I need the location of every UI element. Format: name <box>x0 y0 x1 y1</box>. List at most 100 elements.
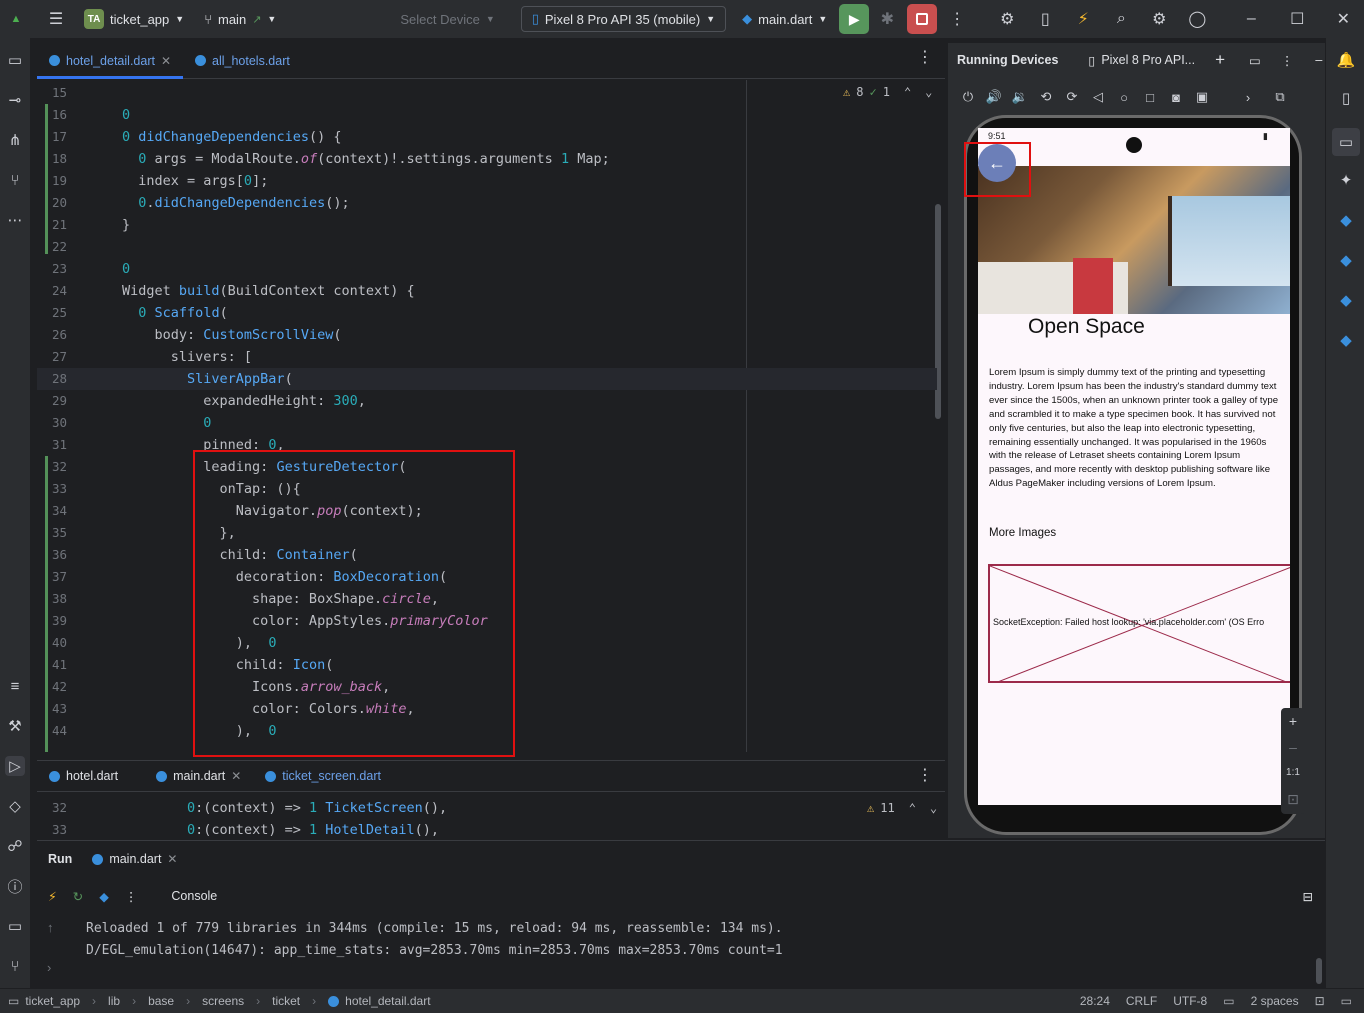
breadcrumb-item[interactable]: base <box>148 994 174 1008</box>
run-panel-icon[interactable]: ▷ <box>5 756 25 776</box>
structure-icon[interactable]: ⋔ <box>5 130 25 150</box>
indent-setting[interactable]: 2 spaces <box>1251 994 1299 1008</box>
chevron-right-icon[interactable]: › <box>1235 90 1261 105</box>
device-dropdown[interactable]: ▯ Pixel 8 Pro API 35 (mobile) ▼ <box>520 6 727 32</box>
tab-all-hotels[interactable]: all_hotels.dart <box>183 43 302 78</box>
problems-icon[interactable]: ⓘ <box>5 876 25 896</box>
breadcrumb-item[interactable]: hotel_detail.dart <box>345 994 430 1008</box>
more-vertical-icon[interactable]: ⋮ <box>911 761 939 789</box>
close-tab-icon[interactable]: ✕ <box>161 54 171 68</box>
zoom-out-icon[interactable]: – <box>1281 734 1305 760</box>
layout-icon[interactable]: ⊟ <box>1303 889 1313 904</box>
gem-icon[interactable]: ◇ <box>5 796 25 816</box>
pull-requests-icon[interactable]: ⑂ <box>5 170 25 190</box>
more-vertical-icon[interactable]: ⋮ <box>125 889 138 904</box>
code-line[interactable]: 32 0:(context) => 1 TicketScreen(), <box>37 797 937 819</box>
more-vertical-icon[interactable]: ⋮ <box>943 5 971 33</box>
terminal-icon[interactable]: ▭ <box>5 916 25 936</box>
flutter-inspector-icon[interactable]: ◆ <box>1336 210 1356 230</box>
camera-icon[interactable]: ◙ <box>1163 90 1189 105</box>
close-window-icon[interactable]: ✕ <box>1329 5 1357 33</box>
lock-icon[interactable]: ⊡ <box>1315 994 1325 1008</box>
breadcrumb-item[interactable]: ticket <box>272 994 300 1008</box>
project-selector[interactable]: TA ticket_app ▼ <box>84 9 184 29</box>
memory-icon[interactable]: ▭ <box>1341 994 1352 1008</box>
console-tab[interactable]: Console <box>171 889 217 903</box>
build-hammer-icon[interactable]: ⚒ <box>5 716 25 736</box>
line-ending[interactable]: CRLF <box>1126 994 1157 1008</box>
hot-restart-icon[interactable]: ↻ <box>73 889 83 904</box>
minimize-window-icon[interactable]: – <box>1237 5 1265 33</box>
device-manager-icon[interactable]: ▯ <box>1031 5 1059 33</box>
gemini-sparkle-icon[interactable]: ✦ <box>1336 170 1356 190</box>
readonly-icon[interactable]: ▭ <box>1223 994 1234 1008</box>
search-icon[interactable]: ⌕ <box>1107 5 1135 33</box>
hot-reload-icon[interactable]: ⚡ <box>48 889 57 904</box>
devtools-icon[interactable]: ◆ <box>99 889 109 904</box>
code-line[interactable]: 22 <box>37 236 937 258</box>
breadcrumb-item[interactable]: screens <box>202 994 244 1008</box>
rotate-left-icon[interactable]: ⟲ <box>1033 89 1059 105</box>
todo-list-icon[interactable]: ≡ <box>5 676 25 696</box>
main-menu-icon[interactable]: ☰ <box>42 5 70 33</box>
bug-icon[interactable]: ⚙ <box>993 5 1021 33</box>
home-icon[interactable]: ○ <box>1111 90 1137 105</box>
app-inspection-icon[interactable]: ☍ <box>5 836 25 856</box>
fit-screen-icon[interactable]: ⊡ <box>1281 786 1305 812</box>
zoom-actual-size[interactable]: 1:1 <box>1281 760 1305 786</box>
debug-icon[interactable]: ✱ <box>873 5 901 33</box>
code-line[interactable]: 15 <box>37 82 937 104</box>
volume-down-icon[interactable]: 🔉 <box>1007 89 1033 105</box>
more-horizontal-icon[interactable]: ⋯ <box>5 210 25 230</box>
chevron-right-icon[interactable]: › <box>47 960 67 982</box>
tab-ticket-screen[interactable]: ticket_screen.dart <box>253 761 393 791</box>
code-line[interactable]: 21} <box>37 214 937 236</box>
device-manager-icon[interactable]: ▯ <box>1336 88 1356 108</box>
stop-button[interactable] <box>907 4 938 34</box>
mirror-icon[interactable]: ⧉ <box>1267 89 1293 105</box>
run-tab[interactable]: main.dart ✕ <box>92 852 177 866</box>
code-line[interactable]: 30 0 <box>37 412 937 434</box>
layout-icon[interactable]: ▭ <box>1249 53 1261 68</box>
code-line[interactable]: 26 body: CustomScrollView( <box>37 324 937 346</box>
code-line[interactable]: 18 0 args = ModalRoute.of(context)!.sett… <box>37 148 937 170</box>
notifications-icon[interactable]: 🔔 <box>1336 50 1356 70</box>
code-line[interactable]: 23 0 <box>37 258 937 280</box>
code-line[interactable]: 28 SliverAppBar( <box>37 368 937 390</box>
code-line[interactable]: 25 0 Scaffold( <box>37 302 937 324</box>
cursor-position[interactable]: 28:24 <box>1080 994 1110 1008</box>
zoom-in-icon[interactable]: + <box>1281 708 1305 734</box>
code-line[interactable]: 27 slivers: [ <box>37 346 937 368</box>
account-icon[interactable]: ◯ <box>1183 5 1211 33</box>
run-button[interactable]: ▶ <box>839 4 870 34</box>
volume-up-icon[interactable]: 🔊 <box>981 89 1007 105</box>
back-icon[interactable]: ◁ <box>1085 89 1111 105</box>
code-line[interactable]: 17 0 didChangeDependencies() { <box>37 126 937 148</box>
branch-selector[interactable]: ⑂ main ↗ ▼ <box>204 12 276 27</box>
overview-icon[interactable]: □ <box>1137 90 1163 105</box>
breadcrumb-item[interactable]: lib <box>108 994 120 1008</box>
code-line[interactable]: 24 Widget build(BuildContext context) { <box>37 280 937 302</box>
more-vertical-icon[interactable]: ⋮ <box>911 43 939 71</box>
tab-hotel[interactable]: hotel.dart <box>37 761 130 791</box>
git-icon[interactable]: ⑂ <box>5 956 25 976</box>
tab-hotel-detail[interactable]: hotel_detail.dart ✕ <box>37 43 184 79</box>
commit-icon[interactable]: ⊸ <box>5 90 25 110</box>
hot-reload-icon[interactable]: ⚡ <box>1069 5 1097 33</box>
run-config-dropdown[interactable]: ◆ main.dart ▼ <box>742 11 827 27</box>
add-device-icon[interactable]: + <box>1215 50 1225 70</box>
rotate-right-icon[interactable]: ⟳ <box>1059 89 1085 105</box>
close-tab-icon[interactable]: ✕ <box>167 852 177 866</box>
select-device-dropdown[interactable]: Select Device ▼ <box>400 12 494 27</box>
code-editor-2[interactable]: ⚠ 11 ⌃ ⌄ 32 0:(context) => 1 TicketScreen… <box>37 797 945 837</box>
tab-main[interactable]: main.dart ✕ <box>144 761 253 791</box>
close-tab-icon[interactable]: ✕ <box>231 769 241 783</box>
more-vertical-icon[interactable]: ⋮ <box>1281 53 1294 68</box>
screen-record-icon[interactable]: ▣ <box>1189 89 1215 105</box>
code-line[interactable]: 33 0:(context) => 1 HotelDetail(), <box>37 819 937 837</box>
minimize-panel-icon[interactable]: – <box>1315 53 1322 67</box>
code-line[interactable]: 20 0.didChangeDependencies(); <box>37 192 937 214</box>
power-icon[interactable]: ⏻ <box>955 89 981 105</box>
flutter-performance-icon[interactable]: ◆ <box>1336 290 1356 310</box>
console-scrollbar[interactable] <box>1316 958 1322 984</box>
